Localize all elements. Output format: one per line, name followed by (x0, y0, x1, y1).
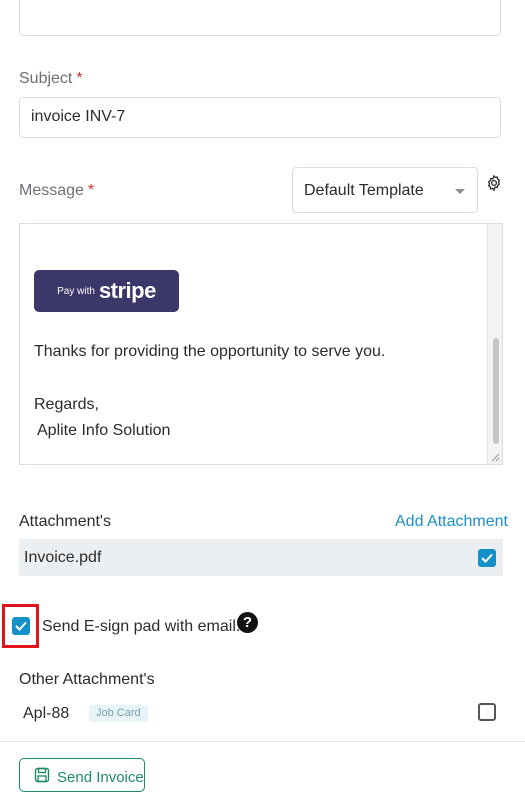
stripe-prefix: Pay with (57, 285, 95, 297)
company-text: Aplite Info Solution (37, 422, 171, 439)
required-mark: * (76, 70, 83, 87)
send-invoice-button[interactable]: Send Invoice (19, 758, 145, 792)
check-icon (15, 621, 27, 631)
other-attachment-name: Apl-88 (23, 705, 70, 722)
esign-label[interactable]: Send E-sign pad with email. (42, 618, 240, 636)
esign-checkbox[interactable] (12, 617, 30, 635)
template-select-value: Default Template (304, 182, 424, 199)
send-invoice-label: Send Invoice (57, 769, 144, 786)
editor-scrollbar-thumb[interactable] (493, 338, 499, 444)
job-card-badge: Job Card (89, 705, 148, 722)
gear-icon[interactable] (485, 174, 503, 197)
attachments-label: Attachment's (19, 513, 111, 530)
subject-input-value: invoice INV-7 (31, 108, 126, 125)
other-attachments-label: Other Attachment's (19, 671, 155, 688)
template-select[interactable]: Default Template (292, 167, 478, 213)
regards-text: Regards, (34, 396, 99, 413)
check-icon (481, 553, 493, 563)
other-attachment-checkbox[interactable] (478, 703, 496, 721)
stripe-logo: stripe (98, 278, 156, 303)
pay-with-stripe-button[interactable]: Pay with stripe (34, 270, 179, 312)
subject-input[interactable]: invoice INV-7 (19, 97, 501, 138)
message-editor[interactable]: Pay with stripe Thanks for providing the… (19, 223, 503, 465)
message-label: Message * (19, 182, 94, 200)
top-field[interactable] (19, 0, 501, 36)
chevron-down-icon (455, 189, 465, 194)
subject-label: Subject * (19, 70, 83, 88)
required-mark: * (87, 182, 95, 199)
attachment-file-name: Invoice.pdf (24, 549, 102, 566)
add-attachment-link[interactable]: Add Attachment (395, 513, 508, 531)
help-icon[interactable]: ? (237, 612, 258, 633)
message-label-text: Message (19, 182, 84, 199)
subject-label-text: Subject (19, 70, 73, 87)
footer-divider (0, 741, 525, 742)
save-icon (34, 767, 50, 783)
thanks-text: Thanks for providing the opportunity to … (34, 343, 386, 360)
attachment-checkbox[interactable] (478, 549, 496, 567)
resize-handle-icon[interactable] (490, 452, 500, 462)
attachment-row: Invoice.pdf (19, 539, 503, 576)
